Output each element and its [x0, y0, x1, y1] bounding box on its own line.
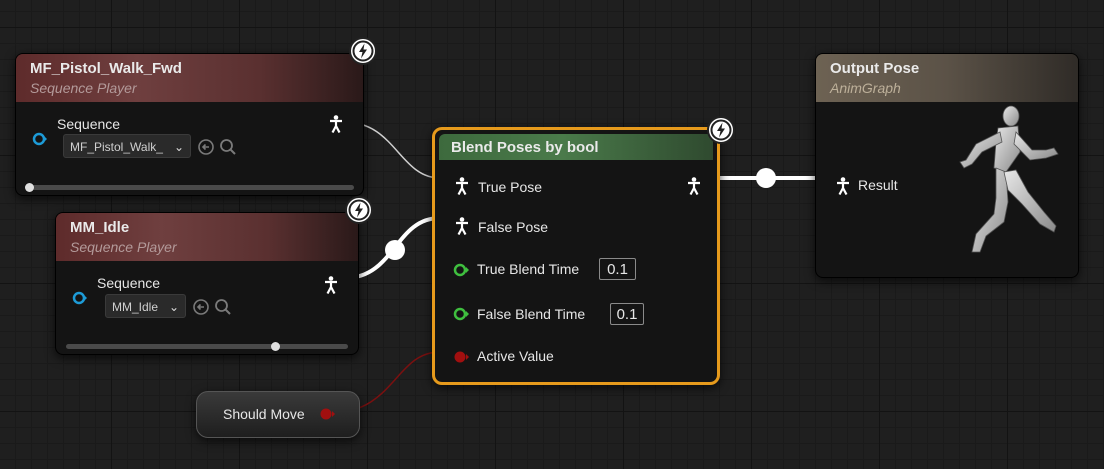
- node-header: Output Pose AnimGraph: [816, 54, 1078, 102]
- node-title: MF_Pistol_Walk_Fwd: [30, 60, 182, 77]
- output-pose-node[interactable]: Output Pose AnimGraph Result: [815, 53, 1079, 278]
- output-pose-pin-icon[interactable]: [687, 177, 701, 195]
- result-label: Result: [858, 177, 898, 193]
- sequence-dropdown[interactable]: MM_Idle ⌄: [105, 294, 186, 318]
- result-pose-pin-icon[interactable]: [836, 177, 850, 195]
- object-pin-icon[interactable]: [32, 131, 48, 147]
- lightning-bolt-icon: [345, 196, 373, 224]
- arrow-left-circle-icon[interactable]: [197, 138, 215, 156]
- chevron-down-icon: ⌄: [168, 300, 179, 314]
- play-position-track[interactable]: [26, 185, 354, 190]
- true-blend-time-label: True Blend Time: [477, 261, 580, 277]
- node-subtitle: Sequence Player: [30, 80, 137, 96]
- bool-pin-icon[interactable]: [319, 406, 337, 422]
- pose-figure-icon[interactable]: [329, 115, 343, 133]
- play-position-knob[interactable]: [271, 342, 280, 351]
- running-mannequin-icon: [959, 105, 1059, 253]
- float-pin-icon[interactable]: [453, 262, 471, 278]
- object-pin-icon[interactable]: [72, 290, 88, 306]
- true-pose-label: True Pose: [478, 179, 543, 195]
- false-blend-time-input[interactable]: 0.1: [610, 303, 644, 325]
- node-title: MM_Idle: [70, 219, 130, 236]
- false-pose-pin-icon[interactable]: [455, 217, 469, 235]
- play-position-knob[interactable]: [25, 183, 34, 192]
- true-blend-time-input[interactable]: 0.1: [599, 258, 636, 280]
- wire-flow-bubble-result: [756, 168, 776, 188]
- sequence-player-node-idle[interactable]: MM_Idle Sequence Player Sequence MM_Idle…: [55, 212, 359, 355]
- active-value-label: Active Value: [477, 348, 554, 364]
- node-subtitle: Sequence Player: [70, 239, 177, 255]
- false-pose-label: False Pose: [478, 219, 549, 235]
- magnifier-icon[interactable]: [214, 298, 232, 316]
- node-header: MM_Idle Sequence Player: [56, 213, 358, 261]
- node-title: Blend Poses by bool: [451, 139, 599, 156]
- magnifier-icon[interactable]: [219, 138, 237, 156]
- node-header: Blend Poses by bool: [439, 134, 713, 160]
- sequence-pin-label: Sequence: [57, 116, 121, 132]
- node-subtitle: AnimGraph: [830, 80, 901, 96]
- node-header: MF_Pistol_Walk_Fwd Sequence Player: [16, 54, 363, 102]
- play-position-track[interactable]: [66, 344, 348, 349]
- arrow-left-circle-icon[interactable]: [192, 298, 210, 316]
- bool-pin-icon[interactable]: [453, 349, 471, 365]
- should-move-variable-node[interactable]: Should Move: [196, 391, 360, 438]
- wire-flow-bubble-idle: [385, 240, 405, 260]
- sequence-dropdown-value: MF_Pistol_Walk_: [70, 140, 163, 154]
- lightning-bolt-icon: [707, 116, 735, 144]
- node-title: Output Pose: [830, 60, 920, 77]
- sequence-dropdown-value: MM_Idle: [112, 300, 159, 314]
- sequence-pin-label: Sequence: [97, 275, 161, 291]
- sequence-dropdown[interactable]: MF_Pistol_Walk_ ⌄: [63, 134, 191, 158]
- true-pose-pin-icon[interactable]: [455, 177, 469, 195]
- lightning-bolt-icon: [349, 37, 377, 65]
- pose-figure-icon[interactable]: [324, 276, 338, 294]
- false-blend-time-label: False Blend Time: [477, 306, 586, 322]
- chevron-down-icon: ⌄: [173, 140, 184, 154]
- sequence-player-node-walk[interactable]: MF_Pistol_Walk_Fwd Sequence Player Seque…: [15, 53, 364, 196]
- blend-poses-by-bool-node[interactable]: Blend Poses by bool True Pose False Pose…: [432, 127, 720, 385]
- float-pin-icon[interactable]: [453, 306, 471, 322]
- should-move-label: Should Move: [223, 406, 305, 422]
